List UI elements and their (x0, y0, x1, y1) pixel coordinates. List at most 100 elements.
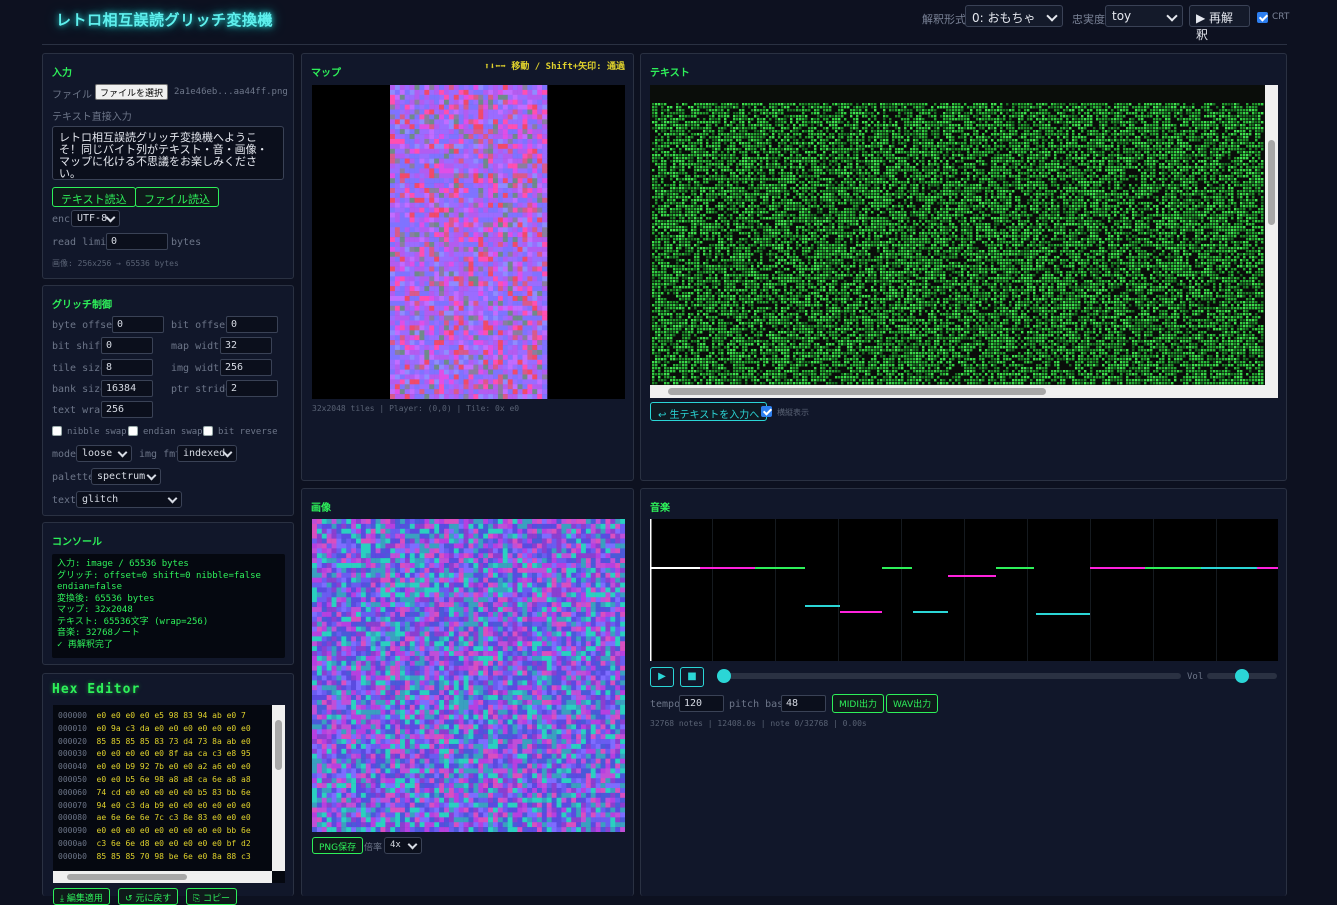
seek-thumb[interactable] (717, 669, 731, 683)
map-panel: マップ ⬆⬇⬅➡ 移動 / Shift+矢印: 通過 32x2048 tiles… (301, 53, 634, 481)
crt-checkbox[interactable] (1257, 12, 1268, 23)
mode-select[interactable]: loose (76, 445, 132, 462)
vol-label: Vol (1187, 672, 1203, 682)
hex-row: 000080 ae 6e 6e 6e 7c c3 8e 83 e0 e0 e0 (58, 812, 280, 825)
load-text-button[interactable]: テキスト読込 (52, 187, 136, 207)
text-horizontal-scrollbar[interactable] (650, 385, 1278, 398)
vol-slider[interactable] (1207, 669, 1277, 683)
mode-select-value: loose (82, 448, 112, 459)
text-mode-select[interactable]: glitch (76, 491, 182, 508)
map-status: 32x2048 tiles | Player: (0,0) | Tile: 0x… (312, 404, 519, 413)
ptr-stride-label: ptr stride (171, 384, 231, 395)
hex-vertical-scrollbar[interactable] (272, 705, 285, 871)
console-line: テキスト: 65536文字 (wrap=256) (57, 617, 280, 629)
hex-row: 000070 94 e0 c3 da b9 e0 e0 e0 e0 e0 e0 (58, 800, 280, 813)
text-wrap-input[interactable]: 256 (101, 401, 153, 418)
img-width-input[interactable]: 256 (220, 359, 272, 376)
hex-row: 000000 e0 e0 e0 e0 e5 98 83 94 ab e0 7 (58, 710, 280, 723)
reinterpret-button[interactable]: ▶ 再解釈 (1189, 5, 1250, 42)
map-canvas[interactable] (312, 85, 625, 399)
pitch-base-input[interactable]: 48 (781, 695, 826, 712)
image-canvas[interactable] (312, 519, 625, 832)
bit-shift-input[interactable]: 0 (101, 337, 153, 354)
music-panel-title: 音楽 (650, 499, 670, 514)
text-vertical-scrollbar[interactable] (1265, 85, 1278, 385)
endian-swap-checkbox[interactable] (128, 426, 138, 436)
console-line: ✓ 再解釈完了 (57, 640, 280, 652)
ptr-stride-input[interactable]: 2 (226, 380, 278, 397)
img-fmt-select[interactable]: indexed (177, 445, 237, 462)
byte-offset-input[interactable]: 0 (112, 316, 164, 333)
text-panel: テキスト ↩ 生テキストを入力へ 横縦表示 (640, 53, 1287, 481)
hex-horizontal-scrollbar[interactable] (53, 871, 272, 883)
raw-text-button[interactable]: ↩ 生テキストを入力へ (650, 402, 768, 421)
piano-roll[interactable] (650, 519, 1278, 661)
hex-row: 000020 85 85 85 85 83 73 d4 73 8a ab e0 (58, 736, 280, 749)
mode-select[interactable]: 0: おもちゃ (965, 5, 1063, 27)
file-name: 2a1e46eb...aa44ff.png (174, 87, 288, 97)
console-panel: コンソール 入力: image / 65536 bytes グリッチ: offs… (42, 522, 294, 665)
hex-undo-button[interactable]: ↺ 元に戻す (118, 888, 179, 905)
stop-button[interactable]: ■ (680, 667, 704, 687)
fidelity-select[interactable]: toy (1105, 5, 1183, 27)
palette-select-value: spectrum (97, 471, 145, 482)
console-line: 変換後: 65536 bytes (57, 594, 280, 606)
bank-size-label: bank size (52, 384, 106, 395)
header-divider (42, 44, 1287, 45)
read-limit-input[interactable]: 0 (106, 233, 168, 250)
file-choose-button[interactable]: ファイルを選択 (95, 84, 169, 100)
nibble-swap-checkbox[interactable] (52, 426, 62, 436)
hex-apply-button[interactable]: ⤓ 編集適用 (53, 888, 110, 905)
tempo-input[interactable]: 120 (679, 695, 724, 712)
tile-size-label: tile size (52, 363, 106, 374)
fidelity-label: 忠実度 (1072, 11, 1105, 27)
enc-select-value: UTF-8 (77, 213, 107, 224)
hex-scroll-thumb[interactable] (275, 720, 282, 770)
map-panel-title: マップ (311, 64, 341, 79)
bit-shift-label: bit shift (52, 341, 106, 352)
map-tiles (390, 85, 548, 399)
stop-icon: ■ (687, 671, 696, 682)
seek-slider[interactable] (717, 669, 1181, 683)
tile-size-input[interactable]: 8 (101, 359, 153, 376)
bit-reverse-checkbox[interactable] (203, 426, 213, 436)
palette-select[interactable]: spectrum (91, 468, 161, 485)
tempo-label: tempo (650, 699, 680, 710)
input-panel: 入力 ファイル ファイルを選択 2a1e46eb...aa44ff.png テキ… (42, 53, 294, 279)
text-scroll-thumb[interactable] (1268, 140, 1275, 225)
wrap-checkbox[interactable] (761, 406, 772, 417)
scale-label: 倍率 (364, 840, 382, 853)
load-file-button[interactable]: ファイル読込 (135, 187, 219, 207)
map-width-input[interactable]: 32 (220, 337, 272, 354)
bit-offset-input[interactable]: 0 (226, 316, 278, 333)
piano-roll-notes (650, 519, 1278, 661)
endian-swap-label: endian swap (143, 427, 203, 437)
nibble-swap-label: nibble swap (67, 427, 127, 437)
text-glyph-field (652, 103, 1264, 385)
text-wrap-label: text wrap (52, 405, 106, 416)
top-bar: レトロ相互誤読グリッチ変換機 解釈形式 0: おもちゃ 忠実度 toy ▶ 再解… (0, 0, 1337, 42)
text-hscroll-thumb[interactable] (668, 388, 1046, 395)
png-save-button[interactable]: PNG保存 (312, 837, 364, 854)
text-input-area[interactable]: レトロ相互誤読グリッチ変換機へようこそ！同じバイト列がテキスト・音・画像・マップ… (52, 126, 284, 180)
map-width-label: map width (171, 341, 225, 352)
file-label: ファイル (52, 86, 92, 101)
play-button[interactable]: ▶ (650, 667, 674, 687)
mode-select-value: 0: おもちゃ (972, 11, 1036, 25)
text-mode-label: text (52, 495, 76, 506)
console-line: マップ: 32x2048 (57, 605, 280, 617)
hex-hscroll-thumb[interactable] (67, 874, 187, 880)
music-status: 32768 notes | 12408.0s | note 0/32768 | … (650, 719, 867, 728)
mode-label: mode (52, 449, 76, 460)
hex-row: 000050 e0 e0 b5 6e 98 a8 a8 ca 6e a8 a8 (58, 774, 280, 787)
hex-view[interactable]: 000000 e0 e0 e0 e0 e5 98 83 94 ab e0 7 0… (53, 705, 285, 883)
enc-select[interactable]: UTF-8 (71, 210, 120, 227)
wav-export-button[interactable]: WAV出力 (886, 694, 939, 713)
hex-copy-button[interactable]: ⎘ コピー (186, 888, 238, 905)
midi-export-button[interactable]: MIDI出力 (832, 694, 885, 713)
scale-select[interactable]: 4x (384, 837, 422, 854)
glitch-panel: グリッチ制御 byte offset 0 bit offset 0 bit sh… (42, 285, 294, 516)
bank-size-input[interactable]: 16384 (101, 380, 153, 397)
vol-thumb[interactable] (1235, 669, 1249, 683)
text-view[interactable] (650, 85, 1269, 385)
